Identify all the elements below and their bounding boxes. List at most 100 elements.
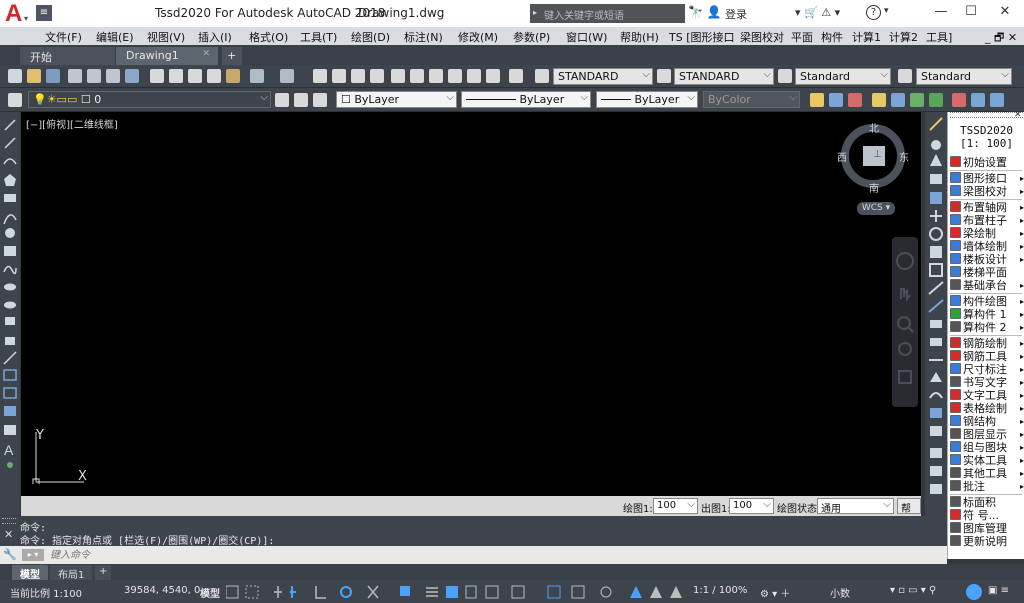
redo-icon[interactable] bbox=[280, 69, 294, 83]
tssd-tool-icon-5[interactable] bbox=[891, 93, 905, 107]
tssd-menu-item[interactable]: 图形接口 ▸ bbox=[950, 172, 1024, 185]
annotation-scale[interactable]: 1:1 / 100% bbox=[693, 585, 747, 596]
minimize-button[interactable]: — bbox=[926, 4, 956, 22]
plot-scale-select[interactable]: 100 ⌵ bbox=[653, 498, 698, 514]
tssd-menu-item[interactable]: 基础承台 ▸ bbox=[950, 279, 1024, 292]
tssd-menu-item[interactable]: 梁绘制 ▸ bbox=[950, 227, 1024, 240]
tssd-menu-item[interactable]: 钢筋绘制 ▸ bbox=[950, 337, 1024, 350]
menu-format[interactable]: 格式(O) bbox=[249, 29, 288, 45]
tssd-tool-icon-10[interactable] bbox=[990, 93, 1004, 107]
menu-calc2[interactable]: 计算2 bbox=[889, 29, 918, 45]
publish-icon[interactable] bbox=[106, 69, 120, 83]
draw-tools-icons[interactable]: A bbox=[0, 112, 20, 515]
menu-tools-ts[interactable]: 工具] bbox=[926, 29, 952, 45]
3d-publish-icon[interactable] bbox=[125, 69, 139, 83]
menu-window[interactable]: 窗口(W) bbox=[566, 29, 607, 45]
layer-state-icon[interactable] bbox=[313, 93, 327, 107]
wcs-menu-button[interactable]: WCS ▾ bbox=[857, 202, 895, 215]
table-style-icon[interactable] bbox=[778, 69, 792, 83]
tool-palettes-icon[interactable] bbox=[429, 69, 443, 83]
panel-grip[interactable] bbox=[950, 112, 1023, 118]
command-input[interactable] bbox=[50, 547, 940, 563]
new-file-icon[interactable] bbox=[8, 69, 22, 83]
layer-previous-icon[interactable] bbox=[294, 93, 308, 107]
tssd-menu-item[interactable]: 算构件 1 ▸ bbox=[950, 308, 1024, 321]
login-button[interactable]: 登录 bbox=[725, 6, 747, 22]
tssd-tool-icon-4[interactable] bbox=[872, 93, 886, 107]
tssd-menu-item[interactable]: 组与图块 ▸ bbox=[950, 441, 1024, 454]
menu-dimension[interactable]: 标注(N) bbox=[404, 29, 443, 45]
text-style-icon[interactable] bbox=[535, 69, 549, 83]
calculator-icon[interactable] bbox=[486, 69, 500, 83]
help-dropdown-icon[interactable]: ▾ bbox=[884, 6, 889, 16]
tab-layout1[interactable]: 布局1 bbox=[50, 565, 93, 581]
output-scale-select[interactable]: 100 ⌵ bbox=[729, 498, 774, 514]
help-search-icons[interactable]: 🔭 👤 bbox=[688, 5, 722, 19]
tssd-menu-item[interactable]: 钢筋工具 ▸ bbox=[950, 350, 1024, 363]
tssd-tool-icon-3[interactable] bbox=[848, 93, 862, 107]
menu-draw[interactable]: 绘图(D) bbox=[351, 29, 390, 45]
mleader-style-icon[interactable] bbox=[898, 69, 912, 83]
menu-parametric[interactable]: 参数(P) bbox=[513, 29, 550, 45]
plot-status-select[interactable]: 通用 ⌵ bbox=[817, 498, 894, 515]
tssd-menu-item[interactable]: 书写文字 ▸ bbox=[950, 376, 1024, 389]
panel-close-icon[interactable]: ✕ bbox=[1014, 110, 1022, 120]
tab-start[interactable]: 开始 bbox=[20, 47, 115, 65]
tssd-menu-item[interactable]: 布置柱子 ▸ bbox=[950, 214, 1024, 227]
layer-select[interactable]: 💡☀▭▭ ☐ 0 ⌵ bbox=[28, 91, 271, 108]
tssd-menu-item[interactable]: 文字工具 ▸ bbox=[950, 389, 1024, 402]
tssd-menu-item[interactable]: 其他工具 ▸ bbox=[950, 467, 1024, 480]
tssd-tool-icon-9[interactable] bbox=[971, 93, 985, 107]
isolate-objects-icon[interactable] bbox=[966, 584, 982, 600]
menu-help[interactable]: 帮助(H) bbox=[620, 29, 659, 45]
undo-icon[interactable] bbox=[250, 69, 264, 83]
fullscreen-icon[interactable]: ▣ ≡ bbox=[988, 585, 1009, 596]
viewcube-top-face[interactable]: ⊥ bbox=[873, 149, 882, 160]
open-file-icon[interactable] bbox=[27, 69, 41, 83]
menu-insert[interactable]: 插入(I) bbox=[198, 29, 232, 45]
autocad-logo-icon[interactable]: A ▾ bbox=[2, 0, 32, 27]
dim-style-icon[interactable] bbox=[657, 69, 671, 83]
viewcube[interactable]: 北 西 东 南 ⊥ WCS ▾ bbox=[837, 120, 911, 220]
linetype-select[interactable]: ByLayer ⌵ bbox=[461, 91, 591, 108]
add-layout-button[interactable]: + bbox=[95, 565, 112, 580]
coordinates-readout[interactable]: 39584, 4540, 0 bbox=[124, 585, 200, 596]
properties-icon[interactable] bbox=[391, 69, 405, 83]
model-space-button[interactable]: 模型 bbox=[200, 585, 220, 600]
tssd-menu-item[interactable]: 梁图校对 ▸ bbox=[950, 185, 1024, 198]
menu-file[interactable]: 文件(F) bbox=[45, 29, 82, 45]
workspace-gear-icon[interactable]: ⚙ ▾ ＋ bbox=[760, 585, 790, 600]
tab-close-icon[interactable]: ✕ bbox=[202, 49, 210, 59]
lineweight-select[interactable]: ByLayer ⌵ bbox=[596, 91, 698, 108]
menu-modify[interactable]: 修改(M) bbox=[458, 29, 498, 45]
block-editor-icon[interactable] bbox=[226, 69, 240, 83]
nav-bar-icons[interactable] bbox=[892, 237, 918, 407]
table-style-select[interactable]: Standard ⌵ bbox=[795, 68, 891, 85]
tssd-menu-item[interactable]: 表格绘制 ▸ bbox=[950, 402, 1024, 415]
tssd-menu-item[interactable]: 墙体绘制 ▸ bbox=[950, 240, 1024, 253]
tssd-menu-item[interactable]: 尺寸标注 ▸ bbox=[950, 363, 1024, 376]
new-tab-button[interactable]: + bbox=[222, 47, 242, 65]
tssd-menu-item[interactable]: 图层显示 ▸ bbox=[950, 428, 1024, 441]
help-strip-button[interactable]: 帮助 bbox=[897, 498, 921, 530]
tssd-tool-icon-6[interactable] bbox=[910, 93, 924, 107]
zoom-window-icon[interactable] bbox=[351, 69, 365, 83]
match-properties-icon[interactable] bbox=[207, 69, 221, 83]
copy-icon[interactable] bbox=[169, 69, 183, 83]
menu-edit[interactable]: 编辑(E) bbox=[96, 29, 134, 45]
layer-properties-icon[interactable] bbox=[8, 93, 22, 107]
search-input[interactable]: ▸ 键入关键字或短语 bbox=[530, 4, 685, 23]
tssd-menu-item[interactable]: 图库管理 bbox=[950, 522, 1024, 535]
store-icons[interactable]: ▾ 🛒 ⚠ ▾ bbox=[795, 6, 840, 19]
text-style-select[interactable]: STANDARD ⌵ bbox=[553, 68, 653, 85]
tssd-menu-item[interactable]: 标面积 bbox=[950, 496, 1024, 509]
drawing-canvas[interactable]: [−][俯视][二维线框] Y X 北 西 东 南 ⊥ WCS ▾ bbox=[21, 112, 921, 496]
menu-ts-graphic-interface[interactable]: TS [图形接口 bbox=[669, 29, 735, 45]
cut-icon[interactable] bbox=[150, 69, 164, 83]
tab-model[interactable]: 模型 bbox=[12, 565, 48, 581]
maximize-button[interactable]: ☐ bbox=[956, 4, 986, 22]
customize-icon[interactable]: 🔧 bbox=[3, 548, 17, 561]
tssd-menu-item[interactable]: 实体工具 ▸ bbox=[950, 454, 1024, 467]
mleader-style-select[interactable]: Standard ⌵ bbox=[916, 68, 1012, 85]
recent-commands-icon[interactable]: ▸ ▾ bbox=[22, 549, 44, 561]
